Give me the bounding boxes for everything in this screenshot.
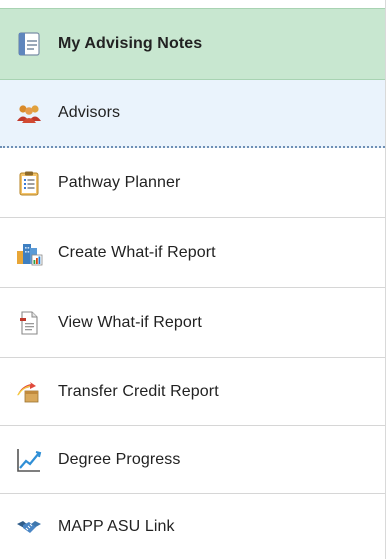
nav-item-label: My Advising Notes [58,35,203,52]
handshake-icon [17,520,41,533]
advisors-people-icon [17,105,41,123]
nav-item-pathway-planner[interactable]: Pathway Planner [0,148,385,218]
nav-item-label: Create What-if Report [58,243,216,261]
nav-item-label: View What-if Report [58,313,202,331]
nav-item-transfer-credit-report[interactable]: Transfer Credit Report [0,358,385,426]
nav-item-label: Degree Progress [58,450,181,468]
nav-item-label: Pathway Planner [58,173,181,191]
nav-item-degree-progress[interactable]: Degree Progress [0,426,385,494]
clipboard-checklist-icon [19,171,39,195]
nav-item-label: MAPP ASU Link [58,517,175,535]
nav-item-create-what-if-report[interactable]: Create What-if Report [0,218,385,288]
nav-item-my-advising-notes[interactable]: My Advising Notes [0,8,385,80]
nav-item-label: Transfer Credit Report [58,382,219,400]
nav-item-view-what-if-report[interactable]: View What-if Report [0,288,385,358]
advising-side-nav: My Advising Notes Advisors Pathway Plann… [0,0,386,559]
nav-item-label: Advisors [58,104,121,121]
buildings-chart-icon [17,243,43,265]
transfer-box-icon [17,381,39,402]
document-icon [20,310,38,335]
notes-icon [18,32,40,56]
nav-item-mapp-asu-link[interactable]: MAPP ASU Link [0,494,385,559]
line-chart-icon [17,448,42,472]
nav-item-advisors[interactable]: Advisors [0,80,385,148]
